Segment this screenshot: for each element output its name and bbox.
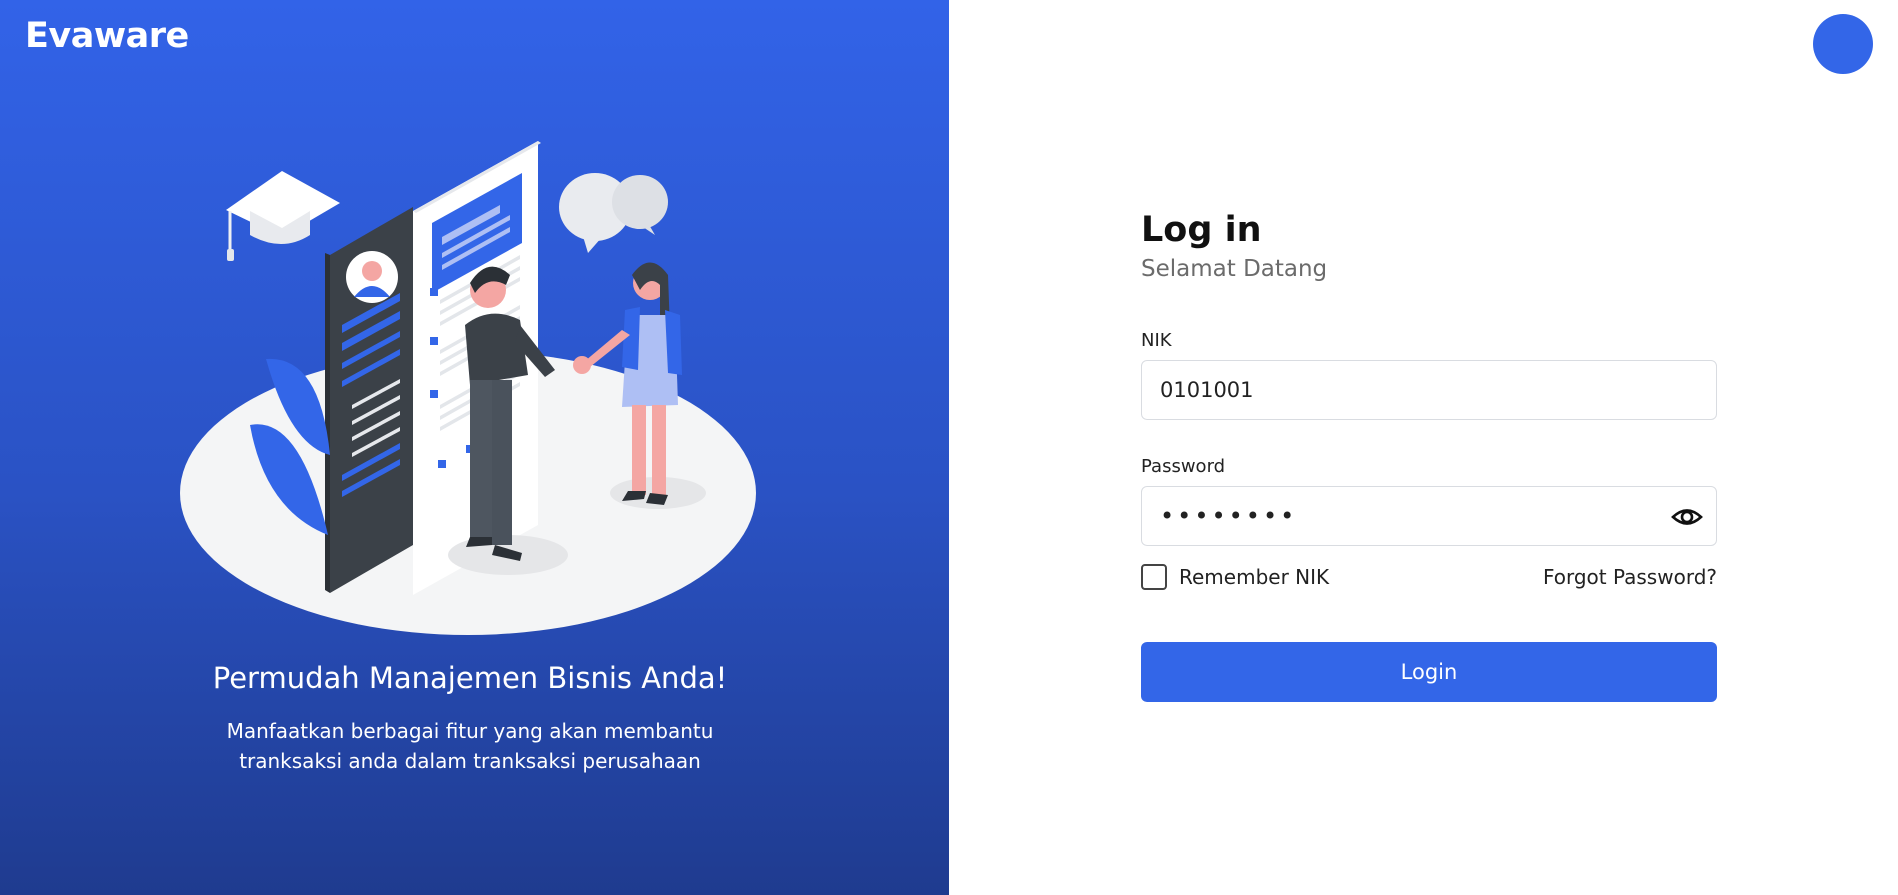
login-form: Log in Selamat Datang NIK 0101001 Passwo… (1141, 210, 1717, 702)
avatar[interactable] (1813, 14, 1873, 74)
nik-label: NIK (1141, 330, 1172, 351)
graduation-cap-icon (226, 171, 340, 261)
hero-subtext-line-1: Manfaatkan berbagai fitur yang akan memb… (226, 719, 714, 743)
hero-subtext-line-2: tranksaksi anda dalam tranksaksi perusah… (239, 749, 701, 773)
password-input[interactable]: •••••••• (1141, 486, 1717, 546)
forgot-password-link[interactable]: Forgot Password? (1543, 565, 1717, 589)
remember-checkbox[interactable] (1141, 564, 1167, 590)
promo-panel: Evaware Permudah Manajemen Bisnis Anda! … (0, 0, 949, 895)
hero-heading: Permudah Manajemen Bisnis Anda! (212, 661, 728, 695)
remember-row: Remember NIK Forgot Password? (1141, 562, 1717, 592)
business-handshake-illustration (180, 141, 756, 635)
page-title: Log in (1141, 210, 1262, 250)
nik-input[interactable]: 0101001 (1141, 360, 1717, 420)
page-subtitle: Selamat Datang (1141, 256, 1328, 282)
hero-subtext: Manfaatkan berbagai fitur yang akan memb… (0, 716, 940, 776)
password-label: Password (1141, 456, 1226, 477)
brand-logo: Evaware (25, 16, 189, 56)
remember-label[interactable]: Remember NIK (1179, 565, 1329, 589)
chat-bubbles-icon (559, 173, 668, 253)
eye-icon[interactable] (1670, 500, 1704, 534)
password-value: •••••••• (1160, 502, 1298, 530)
login-button[interactable]: Login (1141, 642, 1717, 702)
